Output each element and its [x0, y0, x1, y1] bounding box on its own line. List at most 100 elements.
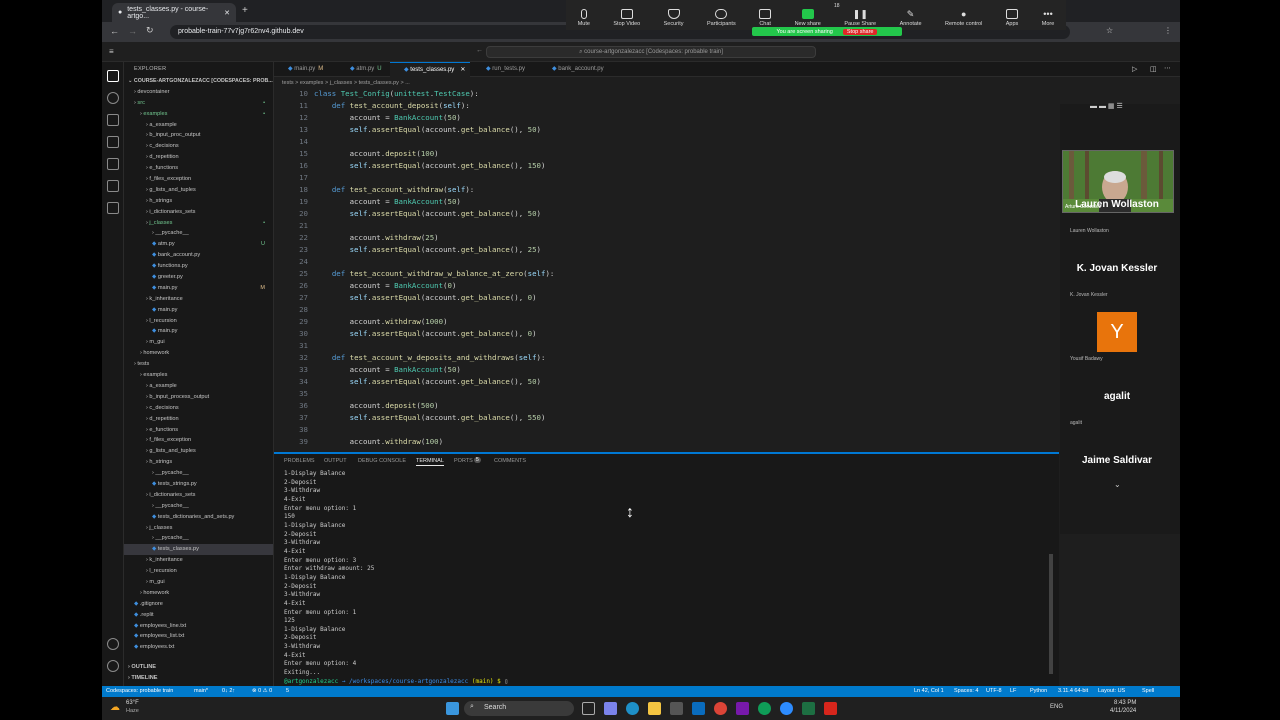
reload-icon[interactable]: ↻	[146, 25, 154, 36]
remote-explorer-icon[interactable]	[107, 180, 119, 192]
spell-indicator[interactable]: Spell	[1142, 688, 1154, 694]
code-line[interactable]: 27 self.assertEqual(account.get_balance(…	[274, 292, 1034, 304]
tree-file[interactable]: ◆ main.py	[124, 326, 273, 337]
sync-indicator[interactable]: 0↓ 2↑	[222, 688, 235, 694]
forward-icon[interactable]: →	[128, 26, 137, 36]
workspace-root[interactable]: ⌄ COURSE-ARTGONZALEZACC [CODESPACES: PRO…	[124, 76, 273, 87]
tree-folder[interactable]: › k_inheritance	[124, 294, 273, 305]
file-explorer-icon[interactable]	[648, 702, 661, 715]
code-line[interactable]: 16 self.assertEqual(account.get_balance(…	[274, 160, 1034, 172]
tree-folder[interactable]: › d_repetition	[124, 414, 273, 425]
clock-time[interactable]: 8:43 PM	[1114, 700, 1136, 706]
account-icon[interactable]	[107, 638, 119, 650]
tab-tests-classes-py[interactable]: ◆ tests_classes.py ✕	[390, 62, 470, 77]
tree-file[interactable]: ◆ greeter.py	[124, 272, 273, 283]
search-icon[interactable]	[107, 92, 119, 104]
browser-tab[interactable]: ● tests_classes.py - course-artgo... ✕	[112, 3, 236, 22]
tab-output[interactable]: OUTPUT	[324, 458, 347, 464]
close-icon[interactable]: ✕	[460, 67, 465, 73]
code-line[interactable]: 31	[274, 340, 1034, 352]
tree-folder[interactable]: › devcontainer	[124, 87, 273, 98]
tree-folder[interactable]: › __pycache__	[124, 533, 273, 544]
tree-folder[interactable]: › j_classes	[124, 523, 273, 534]
tree-folder[interactable]: › g_lists_and_tuples	[124, 185, 273, 196]
tree-file[interactable]: ◆ .gitignore	[124, 599, 273, 610]
terminal[interactable]: 1-Display Balance 2-Deposit 3-Withdraw 4-Ex…	[284, 470, 1044, 686]
stop-video-button[interactable]: Stop Video	[613, 9, 640, 27]
code-line[interactable]: 23 self.assertEqual(account.get_balance(…	[274, 244, 1034, 256]
pause-share-button[interactable]: ❚❚ Pause Share	[844, 9, 876, 27]
split-editor-icon[interactable]: ◫	[1150, 65, 1157, 73]
more-button[interactable]: ••• More	[1042, 9, 1055, 27]
code-line[interactable]: 35	[274, 388, 1034, 400]
tab-debug-console[interactable]: DEBUG CONSOLE	[358, 458, 406, 464]
encoding[interactable]: UTF-8	[986, 688, 1002, 694]
tree-folder[interactable]: › b_input_proc_output	[124, 130, 273, 141]
code-line[interactable]: 12 account = BankAccount(50)	[274, 112, 1034, 124]
code-line[interactable]: 20 self.assertEqual(account.get_balance(…	[274, 208, 1034, 220]
code-line[interactable]: 10 class Test_Config(unittest.TestCase):	[274, 88, 1034, 100]
keyboard-layout[interactable]: Layout: US	[1098, 688, 1125, 694]
more-actions-icon[interactable]: ⋯	[1164, 64, 1171, 72]
code-line[interactable]: 28	[274, 304, 1034, 316]
chat-button[interactable]: Chat	[759, 9, 772, 27]
security-button[interactable]: Security	[664, 9, 684, 27]
source-control-icon[interactable]	[107, 114, 119, 126]
timeline-section[interactable]: › TIMELINE	[128, 673, 158, 684]
code-editor[interactable]: 10 class Test_Config(unittest.TestCase): 1…	[274, 88, 1034, 452]
chevron-down-icon[interactable]: ⌄	[1114, 480, 1121, 489]
code-line[interactable]: 11 def test_account_deposit(self):	[274, 100, 1034, 112]
run-debug-icon[interactable]	[107, 136, 119, 148]
tree-file[interactable]: ◆ bank_account.py	[124, 250, 273, 261]
tree-file[interactable]: ◆ atm.py U	[124, 239, 273, 250]
excel-icon[interactable]	[802, 702, 815, 715]
ports-indicator[interactable]: 5	[286, 688, 289, 694]
tree-folder[interactable]: › c_decisions	[124, 141, 273, 152]
tree-file[interactable]: ◆ tests_classes.py	[124, 544, 273, 556]
tree-folder[interactable]: › __pycache__	[124, 468, 273, 479]
breadcrumb[interactable]: tests > examples > j_classes > tests_cla…	[274, 78, 1034, 88]
line-ending[interactable]: LF	[1010, 688, 1016, 694]
code-line[interactable]: 39 account.withdraw(100)	[274, 436, 1034, 448]
code-line[interactable]: 13 self.assertEqual(account.get_balance(…	[274, 124, 1034, 136]
stop-share-button[interactable]: Stop share	[842, 28, 878, 35]
tree-folder[interactable]: › m_gui	[124, 337, 273, 348]
taskbar-search[interactable]: ⌕ Search	[464, 701, 574, 716]
code-line[interactable]: 38	[274, 424, 1034, 436]
tree-folder[interactable]: › b_input_process_output	[124, 392, 273, 403]
menu-icon[interactable]: ⋮	[1164, 26, 1172, 35]
close-tab-icon[interactable]: ✕	[224, 9, 230, 17]
clock-date[interactable]: 4/11/2024	[1110, 708, 1136, 714]
tree-folder[interactable]: › i_dictionaries_sets	[124, 207, 273, 218]
gear-icon[interactable]	[107, 660, 119, 672]
remote-control-button[interactable]: ● Remote control	[945, 9, 982, 27]
tab-comments[interactable]: COMMENTS	[494, 458, 526, 464]
tab-problems[interactable]: PROBLEMS	[284, 458, 315, 464]
code-line[interactable]: 25 def test_account_withdraw_w_balance_a…	[274, 268, 1034, 280]
language-indicator[interactable]: ENG	[1050, 704, 1063, 710]
tree-file[interactable]: ◆ employees.txt	[124, 642, 273, 653]
tree-folder[interactable]: › l_recursion	[124, 316, 273, 327]
code-line[interactable]: 24	[274, 256, 1034, 268]
weather-temp[interactable]: 63°F	[126, 700, 139, 706]
tree-folder[interactable]: › __pycache__	[124, 501, 273, 512]
code-line[interactable]: 18 def test_account_withdraw(self):	[274, 184, 1034, 196]
tree-folder[interactable]: › homework	[124, 348, 273, 359]
mail-icon[interactable]	[692, 702, 705, 715]
tree-file[interactable]: ◆ employees_line.txt	[124, 621, 273, 632]
acrobat-icon[interactable]	[824, 702, 837, 715]
tree-folder[interactable]: › homework	[124, 588, 273, 599]
cursor-position[interactable]: Ln 42, Col 1	[914, 688, 944, 694]
tab-main-py[interactable]: ◆ main.py M	[274, 62, 334, 77]
chrome-icon[interactable]	[714, 702, 727, 715]
tree-folder[interactable]: › src •	[124, 98, 273, 109]
tree-folder[interactable]: › i_dictionaries_sets	[124, 490, 273, 501]
code-line[interactable]: 34 self.assertEqual(account.get_balance(…	[274, 376, 1034, 388]
tab-terminal[interactable]: TERMINAL	[416, 458, 444, 466]
view-icon[interactable]: ▬ ▬ ▦ ☰	[1090, 102, 1123, 110]
windows-start-icon[interactable]	[446, 702, 459, 715]
code-line[interactable]: 15 account.deposit(100)	[274, 148, 1034, 160]
star-icon[interactable]: ☆	[1106, 26, 1113, 35]
code-line[interactable]: 19 account = BankAccount(50)	[274, 196, 1034, 208]
zoom-app-icon[interactable]	[780, 702, 793, 715]
